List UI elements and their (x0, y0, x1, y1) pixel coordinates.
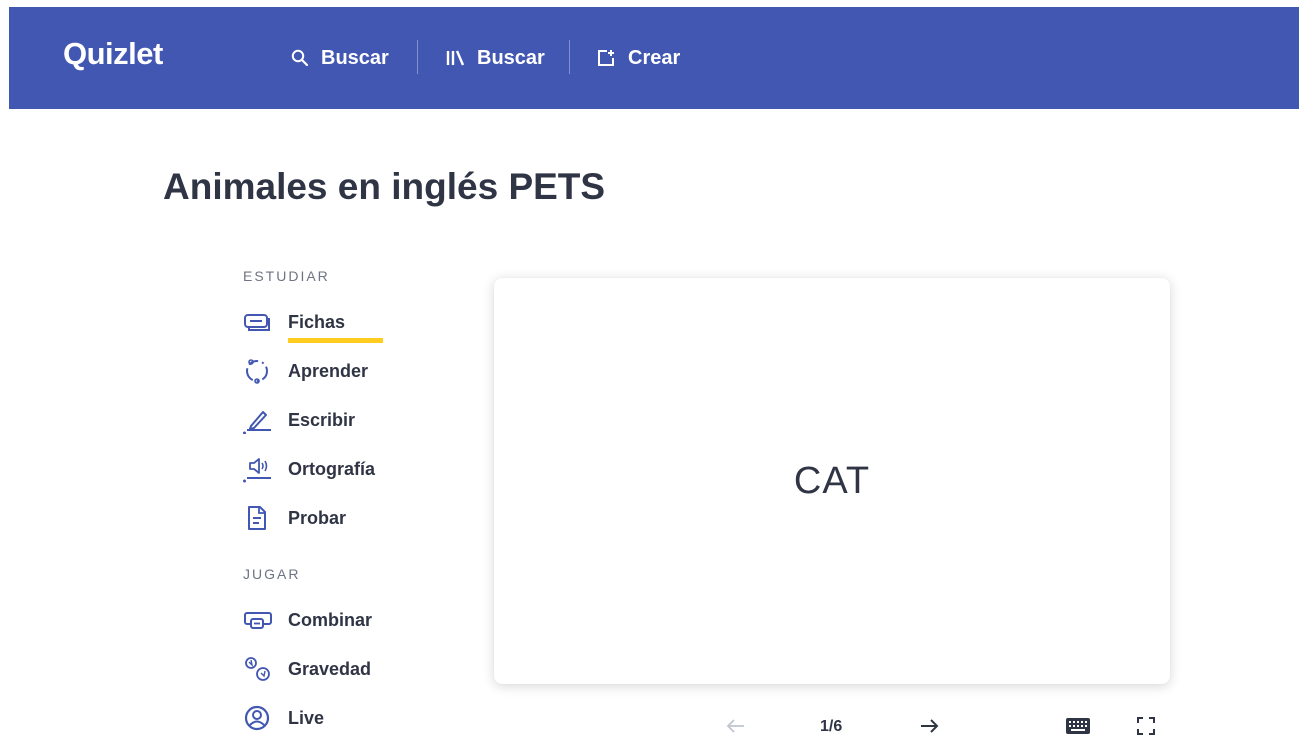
set-title: Animales en inglés PETS (163, 166, 606, 207)
mode-label: Probar (288, 507, 347, 528)
live-icon (243, 703, 273, 733)
search-icon (291, 49, 309, 67)
mode-label: Gravedad (288, 658, 372, 679)
arrow-left-icon (726, 719, 744, 733)
keyboard-icon (1066, 718, 1090, 734)
keyboard-shortcuts-button[interactable] (1064, 714, 1092, 738)
create-icon (598, 50, 614, 66)
mode-flashcards[interactable]: Fichas (243, 307, 384, 343)
test-icon (243, 503, 273, 533)
top-navigation-bar: Quizlet Buscar Buscar Crear (9, 7, 1299, 109)
create-nav-button[interactable]: Crear (596, 43, 680, 73)
write-icon (243, 405, 273, 435)
play-section-label: JUGAR (243, 566, 301, 582)
search-nav-button[interactable]: Buscar (291, 43, 389, 73)
mode-label: Fichas (288, 311, 384, 343)
spell-icon (243, 454, 273, 484)
previous-card-button[interactable] (724, 714, 748, 738)
mode-test[interactable]: Probar (243, 503, 346, 533)
mode-spell[interactable]: Ortografía (243, 454, 375, 484)
library-icon (446, 50, 465, 66)
mode-live[interactable]: Live (243, 703, 324, 733)
mode-label: Combinar (288, 609, 373, 630)
gravity-icon (243, 654, 273, 684)
study-section-label: ESTUDIAR (243, 268, 330, 284)
learn-icon (243, 356, 273, 386)
flashcard-term: CAT (793, 459, 871, 502)
page: Quizlet Buscar Buscar Crear Animales en … (0, 0, 1299, 739)
nav-divider (417, 40, 418, 74)
mode-label: Escribir (288, 409, 356, 430)
library-nav-button[interactable]: Buscar (445, 43, 545, 73)
card-counter: 1/6 (820, 718, 843, 735)
match-icon (243, 605, 273, 635)
fullscreen-icon (1137, 717, 1155, 735)
mode-learn[interactable]: Aprender (243, 356, 368, 386)
fullscreen-button[interactable] (1134, 714, 1158, 738)
mode-match[interactable]: Combinar (243, 605, 372, 635)
mode-write[interactable]: Escribir (243, 405, 355, 435)
mode-label: Ortografía (288, 458, 376, 479)
library-nav-label: Buscar (477, 46, 545, 69)
next-card-button[interactable] (917, 714, 941, 738)
quizlet-logo[interactable]: Quizlet (63, 36, 163, 72)
nav-divider (569, 40, 570, 74)
mode-gravity[interactable]: Gravedad (243, 654, 371, 684)
flashcard[interactable]: CAT (494, 278, 1170, 684)
search-nav-label: Buscar (321, 46, 389, 69)
flashcards-icon (243, 307, 273, 337)
mode-label: Aprender (288, 360, 369, 381)
create-nav-label: Crear (628, 46, 681, 69)
mode-label: Live (288, 707, 325, 728)
arrow-right-icon (921, 719, 939, 733)
